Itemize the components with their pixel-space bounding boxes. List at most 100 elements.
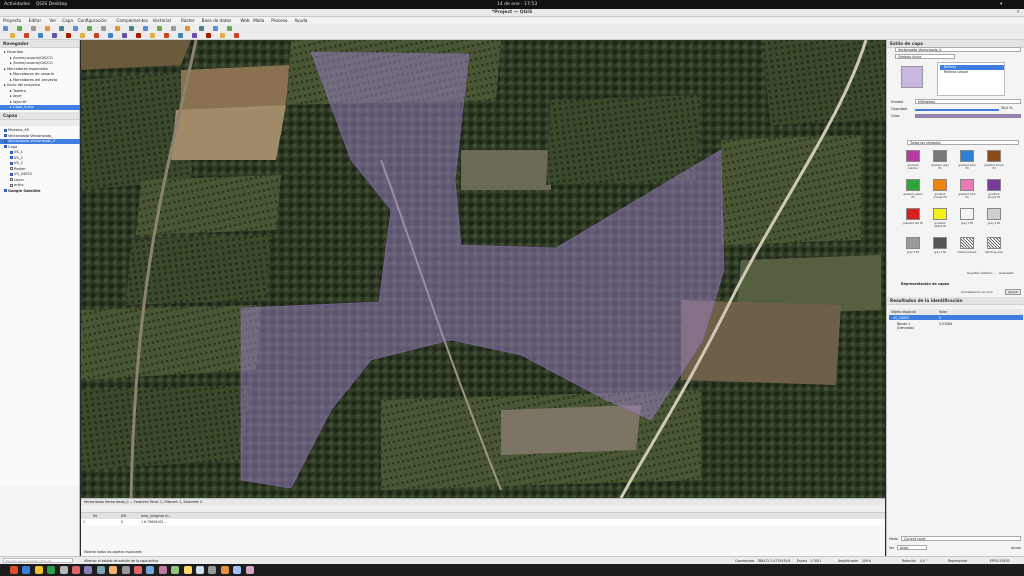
- layer-visibility-checkbox[interactable]: [10, 161, 13, 165]
- close-icon[interactable]: ✕: [1016, 9, 1020, 17]
- layer-item[interactable]: VS_34053: [0, 172, 80, 177]
- toolbar-tool-icon[interactable]: [136, 33, 141, 38]
- menu-item-2[interactable]: Ver: [49, 18, 56, 23]
- taskbar-app-icon[interactable]: [208, 566, 217, 574]
- clock[interactable]: 14 de ene - 17:53: [497, 2, 537, 7]
- attribute-cell[interactable]: 1 6,75656105 ...: [141, 520, 167, 524]
- symbol-swatch[interactable]: [987, 208, 1001, 220]
- rotation-value[interactable]: 0,0 °: [920, 559, 928, 563]
- browser-item[interactable]: ▸ Marcadores de usuario: [0, 72, 80, 77]
- layer-visibility-checkbox[interactable]: [4, 189, 7, 192]
- browser-item[interactable]: ▸ /home/usuario/GIS/CG: [0, 61, 80, 66]
- symbol-swatch[interactable]: [987, 237, 1001, 249]
- layer-item[interactable]: VS_2: [0, 156, 80, 161]
- toolbar-tool-icon[interactable]: [150, 33, 155, 38]
- toolbar-tool-icon[interactable]: [143, 26, 148, 31]
- toolbar-tool-icon[interactable]: [129, 26, 134, 31]
- symbol-swatch[interactable]: [960, 179, 974, 191]
- toolbar-tool-icon[interactable]: [45, 26, 50, 31]
- browser-item[interactable]: ▸ Marcadores espaciales: [0, 67, 80, 72]
- layer-visibility-checkbox[interactable]: [10, 156, 13, 159]
- toolbar-tool-icon[interactable]: [66, 33, 71, 38]
- browser-item[interactable]: ▸ Tablero: [0, 89, 80, 94]
- symbol-swatch[interactable]: [987, 150, 1001, 162]
- mode-select[interactable]: Current Layer: [901, 536, 1021, 541]
- toolbar-tool-icon[interactable]: [24, 33, 29, 38]
- attribute-cell[interactable]: 0: [121, 520, 123, 524]
- toolbar-tool-icon[interactable]: [3, 26, 8, 31]
- symbol-swatch[interactable]: [933, 237, 947, 249]
- taskbar-app-icon[interactable]: [146, 566, 155, 574]
- toolbar-tool-icon[interactable]: [171, 26, 176, 31]
- browser-item[interactable]: ▸ Inicio del proyecto: [0, 83, 80, 88]
- save-symbol-button[interactable]: Guardar símbolo...: [967, 271, 995, 275]
- symbol-swatch[interactable]: [906, 237, 920, 249]
- menu-item-3[interactable]: Capa: [62, 18, 73, 23]
- layer-selector[interactable]: Vectorizado Vectorizado_0: [895, 47, 1021, 52]
- taskbar-app-icon[interactable]: [245, 566, 254, 574]
- unit-select[interactable]: Milímetros: [915, 99, 1021, 104]
- browser-item[interactable]: ▸ Capa_0.shp: [0, 105, 80, 110]
- taskbar-app-icon[interactable]: [183, 566, 192, 574]
- layer-visibility-checkbox[interactable]: [4, 139, 7, 143]
- menu-item-12[interactable]: Ayuda: [294, 18, 307, 23]
- fill-color-button[interactable]: [915, 114, 1021, 118]
- taskbar-app-icon[interactable]: [22, 566, 31, 574]
- menu-item-10[interactable]: Malla: [253, 18, 264, 23]
- taskbar-app-icon[interactable]: [84, 566, 93, 574]
- layer-item[interactable]: Vectorizado Vectorizado_0: [0, 139, 80, 144]
- symbol-swatch[interactable]: [960, 208, 974, 220]
- apply-button[interactable]: Aplicar: [1005, 289, 1022, 295]
- identify-derived-row[interactable]: (Derivado): [897, 326, 914, 330]
- layer-rendering-section[interactable]: Representación de capas: [901, 282, 949, 286]
- toolbar-tool-icon[interactable]: [59, 26, 64, 31]
- toolbar-tool-icon[interactable]: [213, 26, 218, 31]
- live-update-checkbox[interactable]: Actualización en vivo: [961, 290, 993, 294]
- layer-item[interactable]: Muestra_49: [0, 128, 80, 133]
- advanced-button[interactable]: Avanzado: [999, 271, 1014, 275]
- menu-item-8[interactable]: Base de datos: [202, 18, 232, 23]
- toolbar-tool-icon[interactable]: [10, 33, 15, 38]
- toolbar-tool-icon[interactable]: [157, 26, 162, 31]
- taskbar-app-icon[interactable]: [47, 566, 56, 574]
- symbol-swatch[interactable]: [906, 208, 920, 220]
- symbol-swatch[interactable]: [933, 208, 947, 220]
- layer-item[interactable]: VS_3: [0, 161, 80, 166]
- layer-item[interactable]: Capa: [0, 145, 80, 150]
- layer-visibility-checkbox[interactable]: [10, 172, 13, 176]
- menu-item-7[interactable]: Ráster: [181, 18, 195, 23]
- table-row[interactable]: 1 0 1 6,75656105 ...: [81, 519, 885, 525]
- toolbar-tool-icon[interactable]: [73, 26, 78, 31]
- layer-item[interactable]: Layer: [0, 178, 80, 183]
- layer-item[interactable]: VS_1: [0, 150, 80, 155]
- menu-item-9[interactable]: Web: [240, 18, 249, 23]
- toolbar-tool-icon[interactable]: [192, 33, 197, 38]
- toolbar-tool-icon[interactable]: [122, 33, 127, 38]
- layer-visibility-checkbox[interactable]: [10, 167, 13, 170]
- symbol-swatch[interactable]: [987, 179, 1001, 191]
- symbol-swatch[interactable]: [906, 179, 920, 191]
- taskbar-app-icon[interactable]: [109, 566, 118, 574]
- symbol-swatch[interactable]: [933, 179, 947, 191]
- toolbar-tool-icon[interactable]: [17, 26, 22, 31]
- opacity-value[interactable]: 50,0 %: [1001, 106, 1013, 110]
- layer-visibility-checkbox[interactable]: [10, 178, 13, 181]
- taskbar-app-icon[interactable]: [171, 566, 180, 574]
- toolbar-tool-icon[interactable]: [199, 26, 204, 31]
- toolbar-tool-icon[interactable]: [108, 33, 113, 38]
- symbol-swatch[interactable]: [906, 150, 920, 162]
- magnifier-value[interactable]: 100%: [862, 559, 871, 563]
- locator-search[interactable]: Escribir para localizar (Ctrl+K): [3, 558, 73, 563]
- menu-item-1[interactable]: Editar: [29, 18, 41, 23]
- taskbar-app-icon[interactable]: [220, 566, 229, 574]
- browser-item[interactable]: ▸ /home/usuario/GIS/CG: [0, 56, 80, 61]
- layer-visibility-checkbox[interactable]: [4, 134, 7, 137]
- taskbar-app-icon[interactable]: [158, 566, 167, 574]
- taskbar-app-icon[interactable]: [233, 566, 242, 574]
- taskbar-app-icon[interactable]: [59, 566, 68, 574]
- taskbar-app-icon[interactable]: [134, 566, 142, 574]
- symbol-swatch[interactable]: [933, 150, 947, 162]
- symbol-search[interactable]: Todos los símbolos: [907, 140, 1019, 145]
- renderer-select[interactable]: Símbolo único: [895, 54, 955, 59]
- browser-item[interactable]: ▸ layer.tif: [0, 100, 80, 105]
